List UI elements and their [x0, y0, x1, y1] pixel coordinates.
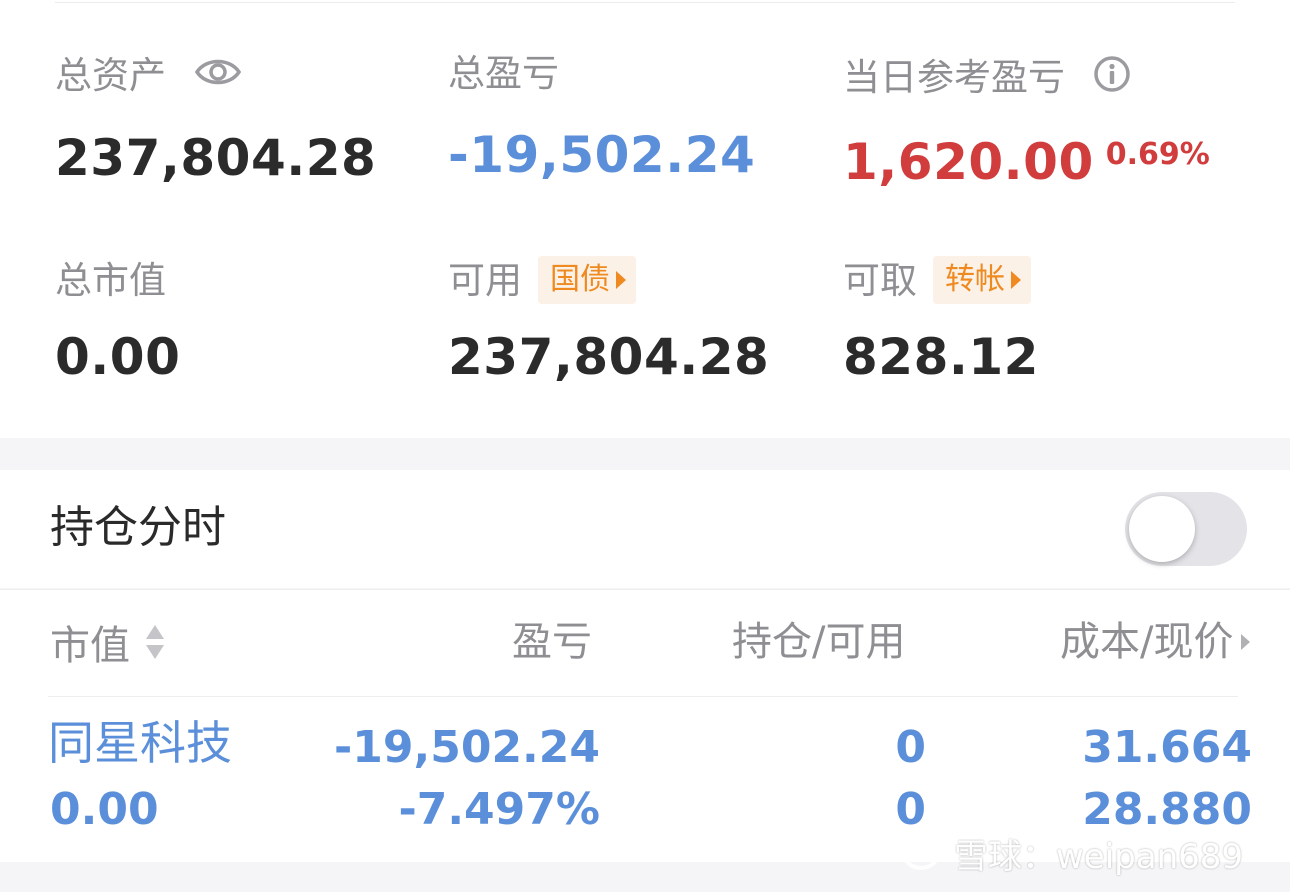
market-value-value: 0.00 [55, 328, 181, 386]
header-holding-available[interactable]: 持仓/可用 [732, 622, 905, 662]
daily-ref-pl-values: 1,620.00 0.69% [843, 137, 1210, 187]
daily-ref-pl-label: 当日参考盈亏 [843, 55, 1065, 99]
withdrawable-label-row: 可取 转帐 [843, 256, 1039, 304]
stock-holding: 0 [895, 722, 926, 773]
total-assets-label-row: 总资产 [55, 55, 376, 95]
stock-name[interactable]: 同星科技 [48, 720, 232, 766]
total-pl-block: 总盈亏 -19,502.24 [448, 55, 755, 180]
stock-market-value: 0.00 [50, 784, 159, 835]
positions-intraday-row: 持仓分时 [0, 470, 1290, 588]
available-value: 237,804.28 [448, 328, 770, 386]
market-value-label: 总市值 [55, 258, 166, 302]
play-arrow-icon [616, 271, 626, 289]
market-value-block: 总市值 0.00 [55, 256, 181, 386]
play-arrow-icon [1011, 271, 1021, 289]
total-assets-value: 237,804.28 [55, 129, 377, 187]
header-market-value[interactable]: 市值 [50, 622, 166, 669]
transfer-chip[interactable]: 转帐 [933, 256, 1031, 304]
header-market-value-label: 市值 [50, 622, 130, 669]
toggle-knob [1129, 496, 1195, 562]
header-cost-price[interactable]: 成本/现价 [1060, 619, 1251, 665]
withdrawable-block: 可取 转帐 828.12 [843, 256, 1039, 382]
total-pl-value: -19,502.24 [448, 126, 756, 184]
divider [55, 2, 1235, 3]
positions-intraday-label: 持仓分时 [50, 502, 226, 553]
divider [48, 696, 1238, 697]
total-pl-label: 总盈亏 [448, 52, 559, 95]
daily-ref-pl-value: 1,620.00 [843, 133, 1094, 191]
available-block: 可用 国债 237,804.28 [448, 256, 769, 382]
eye-icon[interactable] [194, 55, 242, 95]
watermark: 雪球：weipan689 [898, 826, 1243, 881]
sort-icon[interactable] [144, 622, 166, 669]
daily-ref-pl-pct: 0.69% [1105, 137, 1210, 172]
transfer-chip-label: 转帐 [945, 262, 1005, 297]
stock-pl: -19,502.24 [334, 722, 600, 773]
account-summary: 总资产 237,804.28 总盈亏 -19,502.24 当日参考盈亏 1,6… [0, 0, 1290, 438]
total-assets-block: 总资产 237,804.28 [55, 55, 377, 187]
withdrawable-value: 828.12 [843, 328, 1039, 386]
chevron-right-icon [1241, 634, 1251, 650]
daily-ref-pl-block: 当日参考盈亏 1,620.00 0.69% [843, 55, 1210, 187]
available-label-row: 可用 国债 [448, 256, 769, 304]
watermark-text: 雪球：weipan689 [954, 837, 1244, 877]
treasury-bond-chip-label: 国债 [550, 262, 610, 297]
info-icon[interactable] [1093, 55, 1131, 99]
daily-ref-pl-label-row: 当日参考盈亏 [843, 55, 1210, 99]
available-label: 可用 [448, 258, 522, 302]
snowball-logo-icon [898, 826, 944, 881]
withdrawable-label: 可取 [843, 258, 917, 302]
stock-cost: 31.664 [1082, 722, 1252, 773]
header-pl[interactable]: 盈亏 [512, 622, 592, 662]
treasury-bond-chip[interactable]: 国债 [538, 256, 636, 304]
header-cost-price-label: 成本/现价 [1060, 619, 1234, 665]
positions-intraday-toggle[interactable] [1125, 492, 1247, 566]
positions-table: 市值 盈亏 持仓/可用 成本/现价 同星科技 0.00 -19,502.24 -… [0, 589, 1290, 862]
stock-pl-pct: -7.497% [398, 784, 600, 835]
total-assets-label: 总资产 [55, 53, 166, 97]
